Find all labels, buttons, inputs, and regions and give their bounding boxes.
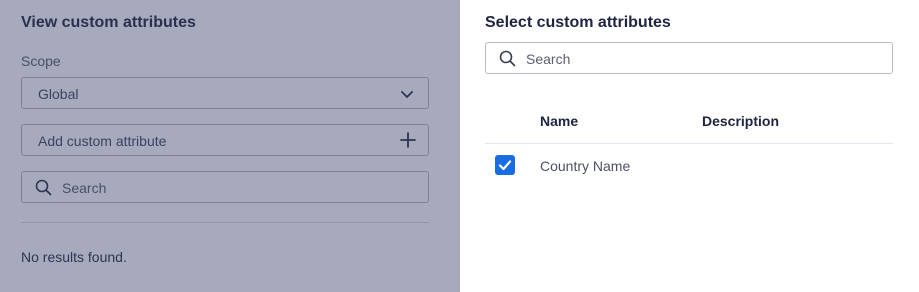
scope-value: Global xyxy=(38,86,79,102)
left-search-placeholder: Search xyxy=(62,180,107,196)
table-row[interactable]: Country Name xyxy=(485,144,893,188)
left-search-input[interactable]: Search xyxy=(21,171,429,203)
row-name: Country Name xyxy=(540,158,631,174)
divider xyxy=(21,222,429,223)
view-custom-attributes-panel: View custom attributes Scope Global Add … xyxy=(0,0,460,292)
panel-title: View custom attributes xyxy=(21,14,196,31)
search-icon xyxy=(499,50,516,67)
column-header-description[interactable]: Description xyxy=(702,113,779,129)
plus-icon[interactable] xyxy=(400,132,416,148)
select-custom-attributes-panel: Select custom attributes Name Descriptio… xyxy=(460,0,919,292)
chevron-down-icon xyxy=(401,91,413,98)
add-custom-attribute-field[interactable]: Add custom attribute xyxy=(21,124,429,156)
panel-title: Select custom attributes xyxy=(485,14,671,31)
row-checkbox[interactable] xyxy=(495,155,515,175)
search-icon xyxy=(35,179,52,196)
no-results-message: No results found. xyxy=(21,249,127,265)
checkmark-icon xyxy=(498,160,512,171)
scope-label: Scope xyxy=(21,53,61,69)
add-custom-attribute-placeholder: Add custom attribute xyxy=(38,133,167,149)
right-search-field[interactable] xyxy=(485,42,893,74)
column-header-name[interactable]: Name xyxy=(540,113,578,129)
search-input[interactable] xyxy=(526,49,876,69)
scope-select[interactable]: Global xyxy=(21,77,429,109)
